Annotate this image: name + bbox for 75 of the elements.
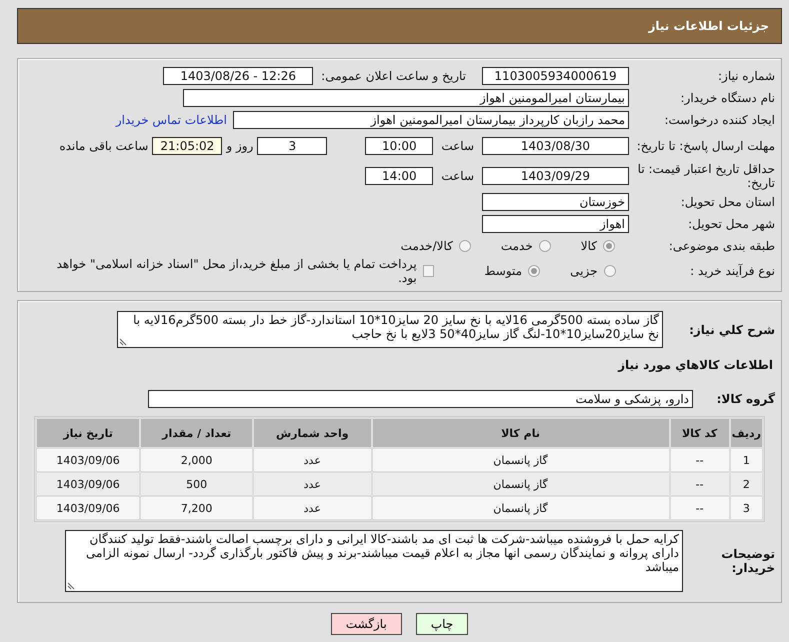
field-label: ساعت (440, 169, 475, 183)
field-label: نوع فرآیند خرید : (689, 264, 776, 278)
radio-label: خدمت (500, 239, 533, 253)
field-label: نام دستگاه خریدار: (680, 91, 776, 105)
column-header: واحد شمارش (254, 419, 371, 447)
print-button[interactable]: چاپ (416, 613, 468, 635)
field-label: ساعت (440, 139, 475, 153)
checkbox-label: پرداخت تمام یا بخشی از مبلغ خرید،از محل "اسناد خزانه اسلامی" خواهد بود. (56, 257, 417, 285)
buyer-org-field[interactable]: بیمارستان امیرالمومنین اهواز (183, 89, 629, 107)
table-cell: عدد (254, 449, 371, 471)
table-cell: 7,200 (141, 497, 252, 519)
field-label: طبقه بندی موضوعی: (668, 239, 776, 253)
field-label: ساعت باقی مانده (58, 139, 150, 153)
table-cell: عدد (254, 473, 371, 495)
requester-field[interactable]: محمد رازبان کارپرداز بیمارستان امیرالمومنین اهواز (233, 111, 629, 129)
table-cell: 1 (730, 449, 762, 471)
back-button[interactable]: بازگشت (330, 613, 402, 635)
need-number-field[interactable]: 1103005934000619 (482, 67, 629, 85)
remaining-time-field[interactable]: 21:05:02 (152, 137, 222, 155)
table-cell: عدد (254, 497, 371, 519)
table-cell: 1403/09/06 (37, 497, 140, 519)
field-label: گروه کالا: (716, 392, 776, 406)
column-header: کد کالا (670, 419, 729, 447)
table-cell: گاز پانسمان (372, 497, 669, 519)
table-cell: گاز پانسمان (372, 449, 669, 471)
page-title: جزئیات اطلاعات نیاز (648, 19, 769, 33)
table-cell: گاز پانسمان (372, 473, 669, 495)
radio-button[interactable] (603, 240, 615, 252)
announce-date-field[interactable]: 1403/08/26 - 12:26 (163, 67, 314, 85)
column-header: ردیف (730, 419, 762, 447)
radio-label: جزیی (570, 264, 598, 278)
column-header: نام کالا (372, 419, 669, 447)
column-header: تاریخ نیاز (37, 419, 140, 447)
field-label: شماره نیاز: (717, 69, 776, 83)
table-cell: -- (670, 497, 729, 519)
field-label: مهلت ارسال پاسخ: تا تاریخ: (636, 139, 776, 153)
field-label: شرح کلي نياز: (688, 322, 776, 336)
table-cell: 2,000 (141, 449, 252, 471)
radio-label: کالا/خدمت (400, 239, 453, 253)
table-cell: 2 (730, 473, 762, 495)
table-cell: -- (670, 449, 729, 471)
field-label: ایجاد کننده درخواست: (663, 113, 776, 127)
field-label: تاریخ و ساعت اعلان عمومی: (320, 69, 467, 83)
radio-label: کالا (580, 239, 597, 253)
table-cell: 1403/09/06 (37, 473, 140, 495)
resize-grip-icon[interactable] (67, 582, 75, 590)
field-label: توضیحات خریدار: (720, 547, 776, 575)
field-label: حداقل تاریخ اعتبار قیمت: تا تاریخ: (636, 162, 776, 190)
table-cell: 1403/09/06 (37, 449, 140, 471)
buyer-notes-field[interactable]: کرایه حمل با فروشنده میباشد-شرکت ها ثبت ای مد باشند-کالا ایرانی و دارای برچسب اصالت باشند-فقط تولید کنندگان دارای پروانه و نمایندگان رسمی انها مجاز به اعلام قیمت میباشند-برند و پیش فاکتور بارگذاری گردد- ارسال نمونه الزامی میباشد (65, 530, 683, 592)
field-label: روز و (224, 139, 254, 153)
time-field[interactable]: 14:00 (365, 167, 434, 185)
table-cell: 500 (141, 473, 252, 495)
radio-button[interactable] (604, 265, 616, 277)
date-field[interactable]: 1403/09/29 (482, 167, 629, 185)
section-heading: اطلاعات کالاهاي مورد نياز (618, 358, 774, 372)
field-label: استان محل تحویل: (680, 195, 776, 209)
radio-button[interactable] (538, 240, 551, 252)
time-field[interactable]: 10:00 (365, 137, 434, 155)
resize-grip-icon[interactable] (119, 338, 127, 346)
city-field[interactable]: اهواز (482, 215, 629, 233)
table-cell: 3 (730, 497, 762, 519)
field-label: شهر محل تحویل: (687, 217, 776, 231)
radio-button[interactable] (528, 265, 540, 277)
goods-group-field[interactable]: دارو، پزشکی و سلامت (148, 390, 693, 408)
province-field[interactable]: خوزستان (482, 193, 629, 211)
date-field[interactable]: 1403/08/30 (482, 137, 629, 155)
table-cell: -- (670, 473, 729, 495)
days-field[interactable]: 3 (257, 137, 328, 155)
contact-link[interactable]: اطلاعات تماس خریدار (110, 113, 233, 127)
radio-button[interactable] (458, 240, 471, 252)
checkbox[interactable] (422, 265, 434, 277)
column-header: تعداد / مقدار (141, 419, 252, 447)
radio-label: متوسط (484, 264, 522, 278)
description-field[interactable]: گاز ساده بسته 500گرمی 16لایه با نخ سایز 20 سایز10*10 استاندارد-گاز خط دار بسته 500گرم16لایه با نخ سایز20سایز10*10-لنگ گاز سایز40*50 3لایع با نخ حاجب (117, 311, 663, 348)
